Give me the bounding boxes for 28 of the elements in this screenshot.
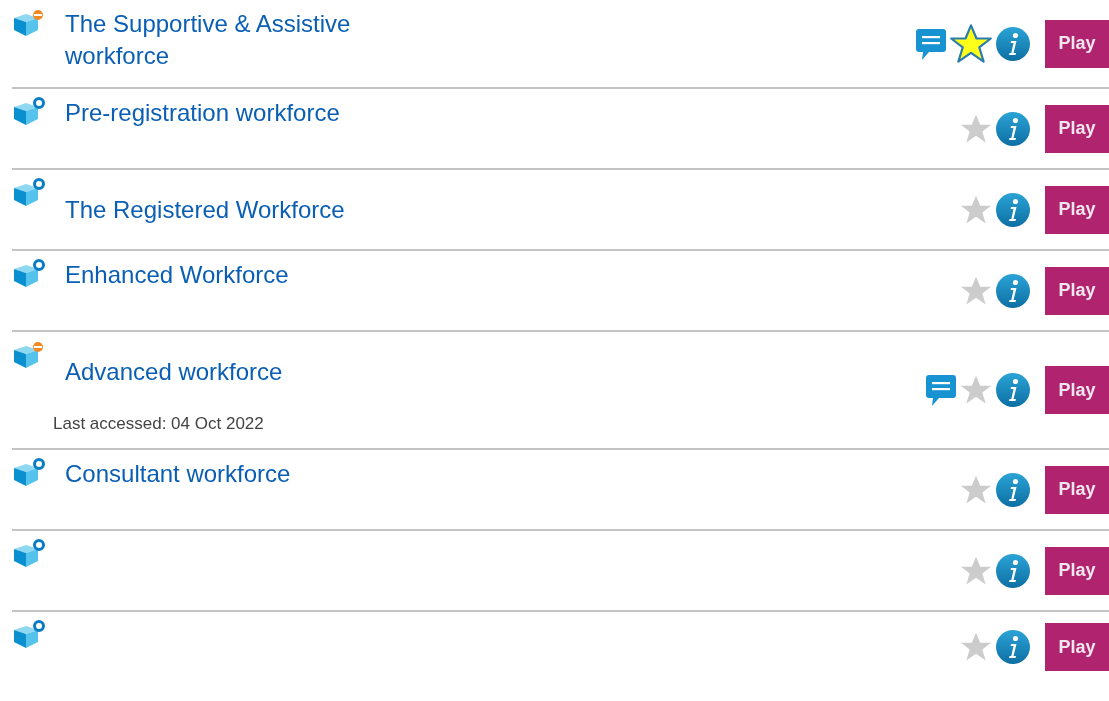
- info-icon[interactable]: [995, 629, 1031, 665]
- play-button[interactable]: Play: [1045, 104, 1109, 153]
- module-title-link[interactable]: Enhanced Workforce: [65, 259, 289, 291]
- module-title-link[interactable]: Advanced workforce: [65, 356, 283, 388]
- module-title-link[interactable]: Consultant workforce: [65, 458, 291, 490]
- info-icon[interactable]: [995, 471, 1031, 508]
- info-icon[interactable]: [995, 25, 1031, 62]
- module-title-link[interactable]: The Registered Workforce: [65, 194, 345, 226]
- play-button[interactable]: Play: [1045, 185, 1109, 234]
- last-accessed-text: Last accessed: 04 Oct 2022: [53, 414, 264, 434]
- play-button[interactable]: Play: [1045, 623, 1109, 671]
- module-title-link[interactable]: The Supportive & Assistive workforce: [65, 8, 395, 72]
- info-icon[interactable]: [995, 372, 1031, 408]
- star-icon[interactable]: [959, 374, 993, 406]
- info-icon[interactable]: [995, 191, 1031, 228]
- play-button[interactable]: Play: [1045, 465, 1109, 514]
- comment-icon[interactable]: [925, 373, 957, 407]
- play-button[interactable]: Play: [1045, 546, 1109, 595]
- star-icon[interactable]: [959, 631, 993, 663]
- info-icon[interactable]: [995, 272, 1031, 309]
- play-button[interactable]: Play: [1045, 366, 1109, 414]
- play-button[interactable]: Play: [1045, 19, 1109, 68]
- info-icon[interactable]: [995, 552, 1031, 589]
- comment-icon[interactable]: [915, 26, 947, 61]
- star-icon[interactable]: [949, 22, 993, 65]
- module-title-link[interactable]: Pre-registration workforce: [65, 97, 340, 129]
- play-button[interactable]: Play: [1045, 266, 1109, 315]
- info-icon[interactable]: [995, 110, 1031, 147]
